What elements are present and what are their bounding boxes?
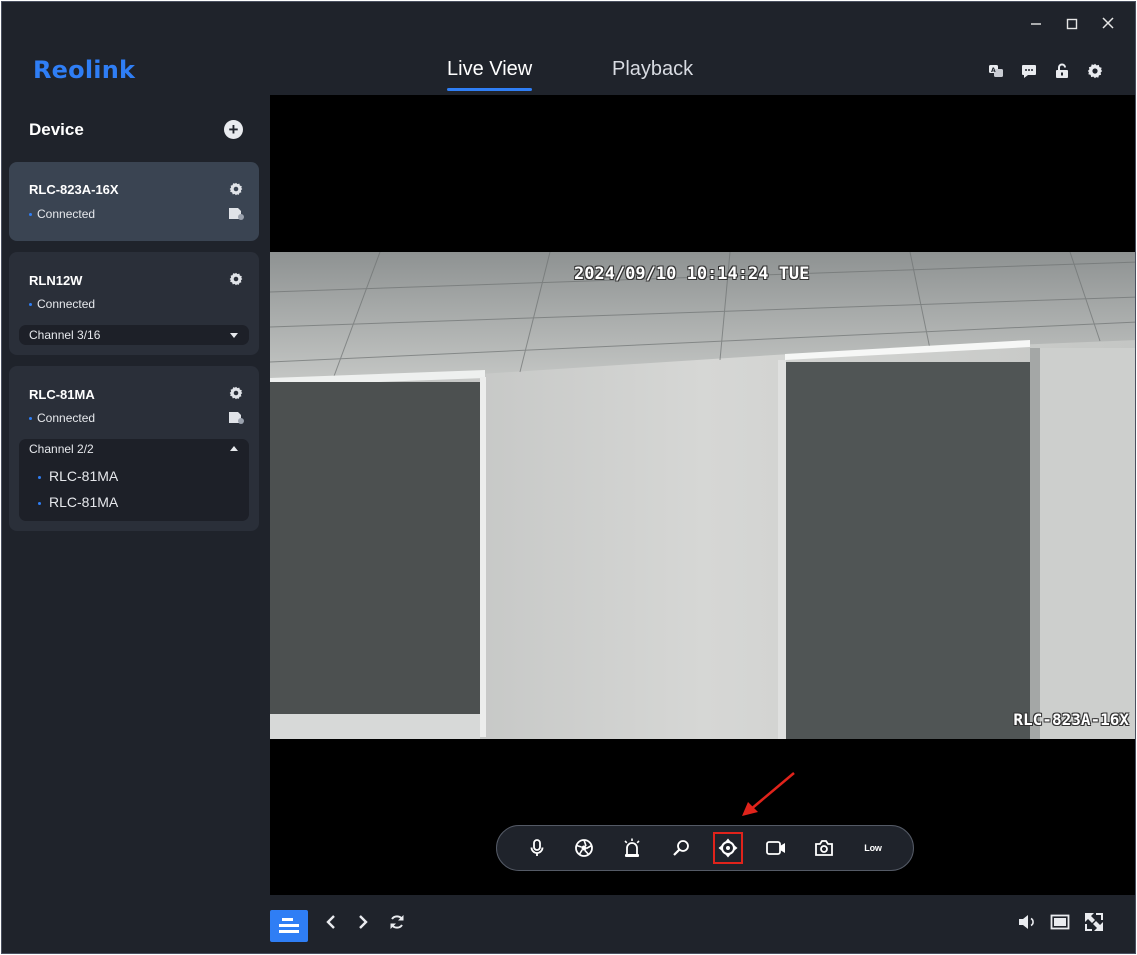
aspect-ratio-icon[interactable] <box>1049 911 1071 933</box>
main-nav: Live View Playback <box>2 58 1135 92</box>
microphone-icon[interactable] <box>526 837 548 859</box>
ptz-icon[interactable] <box>713 832 743 864</box>
previous-icon[interactable] <box>320 911 342 933</box>
device-card-rlc-823a-16x[interactable]: RLC-823A-16X Connected <box>9 162 259 241</box>
bottom-bar <box>2 895 1135 953</box>
channel-item[interactable]: RLC-81MA <box>38 468 118 484</box>
svg-text:A: A <box>991 67 996 74</box>
video-camera-name: RLC-823A-16X <box>1013 710 1129 729</box>
message-icon[interactable] <box>1021 63 1037 79</box>
tab-playback[interactable]: Playback <box>612 58 693 81</box>
device-settings-gear-icon[interactable] <box>229 272 243 286</box>
translate-icon[interactable]: A <box>988 63 1004 79</box>
channel-dropdown[interactable]: Channel 3/16 <box>19 325 249 345</box>
maximize-icon[interactable] <box>1065 14 1079 32</box>
window-controls <box>1029 14 1115 32</box>
live-view-toolbar: Low <box>496 825 914 871</box>
device-card-rlc-81ma[interactable]: RLC-81MA Connected Channel 2/2 RLC-81MA … <box>9 366 259 531</box>
unlock-icon[interactable] <box>1054 63 1070 79</box>
stream-quality-button[interactable]: Low <box>861 837 885 859</box>
settings-icon[interactable] <box>1087 63 1103 79</box>
live-view-area: 2024/09/10 10:14:24 TUE RLC-823A-16X Low <box>270 95 1135 895</box>
device-status: Connected <box>29 207 95 221</box>
minimize-icon[interactable] <box>1029 14 1043 32</box>
tab-live-view[interactable]: Live View <box>447 58 533 91</box>
channel-item[interactable]: RLC-81MA <box>38 494 118 510</box>
chevron-up-icon <box>230 446 238 451</box>
video-frame-image <box>270 252 1135 739</box>
record-icon[interactable] <box>765 837 787 859</box>
chevron-down-icon <box>230 333 238 338</box>
snapshot-icon[interactable] <box>813 837 835 859</box>
device-settings-gear-icon[interactable] <box>229 386 243 400</box>
siren-icon[interactable] <box>621 837 643 859</box>
device-name: RLC-81MA <box>29 387 95 402</box>
channel-dropdown-label: Channel 3/16 <box>29 328 101 342</box>
channel-list: Channel 2/2 RLC-81MA RLC-81MA <box>19 439 249 521</box>
spotlight-icon[interactable] <box>573 837 595 859</box>
device-name: RLN12W <box>29 273 83 288</box>
close-icon[interactable] <box>1101 14 1115 32</box>
video-timestamp: 2024/09/10 10:14:24 TUE <box>574 264 810 284</box>
sidebar-title: Device <box>29 120 84 139</box>
header: Reolink Live View Playback A <box>2 2 1135 95</box>
camera-video-feed[interactable]: 2024/09/10 10:14:24 TUE RLC-823A-16X <box>270 252 1135 739</box>
device-card-rln12w[interactable]: RLN12W Connected Channel 3/16 <box>9 252 259 355</box>
layout-icon[interactable] <box>270 910 308 942</box>
device-settings-gear-icon[interactable] <box>229 182 243 196</box>
sd-card-icon <box>229 208 244 220</box>
device-status: Connected <box>29 411 95 425</box>
device-name: RLC-823A-16X <box>29 182 119 197</box>
refresh-icon[interactable] <box>386 911 408 933</box>
channel-dropdown[interactable]: Channel 2/2 <box>19 439 249 459</box>
annotation-arrow-icon <box>742 772 795 816</box>
next-icon[interactable] <box>352 911 374 933</box>
device-status: Connected <box>29 297 95 311</box>
app-window: Reolink Live View Playback A Device + RL <box>1 1 1136 954</box>
stream-quality-label: Low <box>864 843 882 853</box>
device-sidebar: Device + RLC-823A-16X Connected RLN12W C… <box>2 95 270 895</box>
channel-dropdown-label: Channel 2/2 <box>29 442 94 456</box>
plus-circle-icon[interactable]: + <box>224 120 243 139</box>
fullscreen-icon[interactable] <box>1083 911 1105 933</box>
sd-card-icon <box>229 412 244 424</box>
zoom-icon[interactable] <box>670 837 692 859</box>
header-tools: A <box>988 63 1103 79</box>
volume-icon[interactable] <box>1016 911 1038 933</box>
